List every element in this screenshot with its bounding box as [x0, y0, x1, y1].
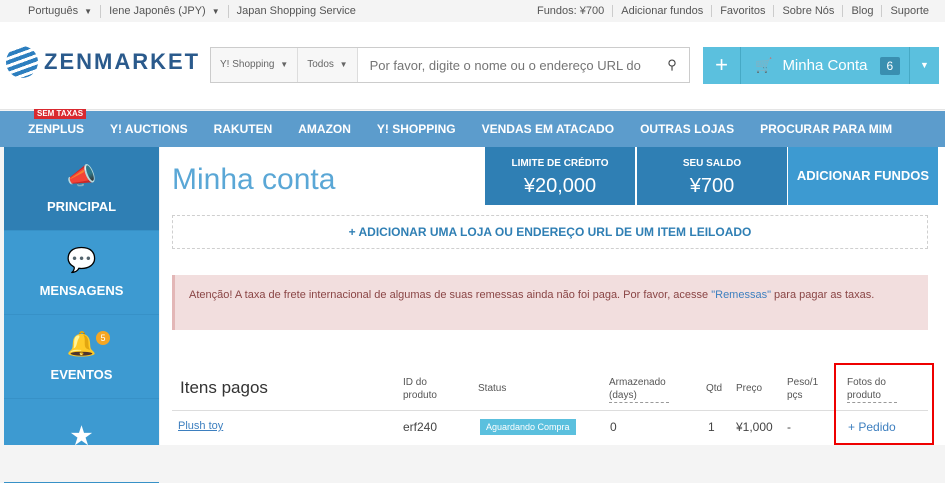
search-icon: ⚲: [667, 57, 677, 72]
cart-icon: 🛒: [755, 57, 773, 73]
chat-icon: 💬: [66, 247, 97, 274]
credit-limit-value: ¥20,000: [523, 175, 597, 197]
sidebar: 📣 PRINCIPAL 💬 MENSAGENS 🔔 5 EVENTOS ★: [4, 147, 159, 483]
add-funds-button[interactable]: ADICIONAR FUNDOS: [788, 147, 938, 205]
col-header-qty: Qtd: [706, 383, 723, 394]
header: ZENMARKET Y! Shopping ▼ Todos ▼ ⚲ + 🛒 Mi…: [0, 22, 945, 110]
col-header-status: Status: [478, 383, 507, 394]
credit-limit-panel: LIMITE DE CRÉDITO ¥20,000: [485, 147, 635, 205]
account-count-badge: 6: [879, 56, 901, 75]
nav-wholesale[interactable]: VENDAS EM ATACADO: [469, 111, 627, 147]
item-name-link[interactable]: Plush toy: [178, 420, 223, 432]
item-stored-days: 0: [610, 420, 617, 434]
account-dropdown-button[interactable]: ▼: [909, 47, 939, 84]
status-badge: Aguardando Compra: [480, 419, 576, 435]
bell-icon: 🔔: [66, 331, 97, 358]
nav-yahoo-auctions[interactable]: Y! AUCTIONS: [97, 111, 201, 147]
item-id: erf240: [403, 420, 438, 434]
search-bar: Y! Shopping ▼ Todos ▼ ⚲: [210, 47, 690, 83]
nav-rakuten[interactable]: RAKUTEN: [201, 111, 286, 147]
events-count-badge: 5: [96, 331, 110, 345]
add-button[interactable]: +: [703, 47, 741, 84]
logo[interactable]: ZENMARKET: [6, 46, 200, 78]
my-account-button[interactable]: 🛒 Minha Conta 6: [741, 47, 909, 84]
megaphone-icon: 📣: [66, 163, 97, 190]
item-qty: 1: [708, 420, 715, 434]
zenmarket-logo-icon: [6, 46, 38, 78]
item-price: ¥1,000: [736, 420, 773, 434]
search-source-select[interactable]: Y! Shopping ▼: [211, 48, 299, 82]
add-funds-link[interactable]: Adicionar fundos: [613, 5, 713, 17]
language-selector[interactable]: Português ▼: [20, 5, 102, 18]
nav-yahoo-shopping[interactable]: Y! SHOPPING: [364, 111, 469, 147]
sidebar-item-principal[interactable]: 📣 PRINCIPAL: [4, 147, 159, 231]
no-fees-tag: SEM TAXAS: [34, 109, 87, 119]
caret-down-icon: ▼: [920, 60, 929, 70]
top-utility-bar: Português ▼ Iene Japonês (JPY) ▼ Japan Sho…: [0, 0, 945, 22]
shipments-link[interactable]: "Remessas": [711, 289, 771, 301]
account-controls: + 🛒 Minha Conta 6 ▼: [703, 47, 939, 84]
balance-value: ¥700: [689, 175, 735, 197]
search-button[interactable]: ⚲: [655, 48, 689, 82]
sidebar-item-eventos[interactable]: 🔔 5 EVENTOS: [4, 315, 159, 399]
chevron-down-icon: ▼: [84, 7, 93, 16]
item-weight: -: [787, 420, 791, 434]
favorites-link[interactable]: Favoritos: [712, 5, 775, 17]
funds-link[interactable]: Fundos: ¥700: [529, 5, 614, 17]
col-header-id: ID do produto: [403, 377, 437, 401]
chevron-down-icon: ▼: [339, 60, 348, 69]
section-title: Itens pagos: [180, 378, 268, 397]
page-title: Minha conta: [172, 163, 336, 196]
nav-zenplus[interactable]: SEM TAXAS ZENPLUS: [0, 109, 97, 147]
shipping-fee-alert: Atenção! A taxa de frete internacional d…: [172, 275, 928, 330]
main-content: Minha conta LIMITE DE CRÉDITO ¥20,000 SE…: [160, 147, 945, 445]
support-link[interactable]: Suporte: [882, 5, 937, 17]
add-item-button[interactable]: + ADICIONAR UMA LOJA OU ENDEREÇO URL DE …: [172, 215, 928, 249]
chevron-down-icon: ▼: [211, 7, 220, 16]
main-nav: SEM TAXAS ZENPLUS Y! AUCTIONS RAKUTEN AMA…: [0, 109, 945, 147]
balance-panel: SEU SALDO ¥700: [637, 147, 787, 205]
nav-other-stores[interactable]: OUTRAS LOJAS: [627, 111, 747, 147]
search-input[interactable]: [357, 48, 655, 82]
highlight-box: [834, 363, 934, 445]
chevron-down-icon: ▼: [280, 60, 289, 69]
about-link[interactable]: Sobre Nós: [774, 5, 844, 17]
col-header-weight: Peso/1 pçs: [787, 377, 819, 401]
nav-search-for-me[interactable]: PROCURAR PARA MIM: [747, 111, 905, 147]
col-header-price: Preço: [736, 383, 763, 394]
currency-selector[interactable]: Iene Japonês (JPY) ▼: [101, 5, 229, 18]
nav-amazon[interactable]: AMAZON: [285, 111, 364, 147]
sidebar-item-mensagens[interactable]: 💬 MENSAGENS: [4, 231, 159, 315]
sidebar-item-favorites[interactable]: ★: [4, 399, 159, 483]
blog-link[interactable]: Blog: [843, 5, 883, 17]
col-header-stored[interactable]: Armazenado (days): [609, 376, 669, 403]
divider: [172, 410, 928, 411]
star-icon: ★: [70, 422, 93, 450]
service-label: Japan Shopping Service: [236, 5, 356, 17]
search-category-select[interactable]: Todos ▼: [298, 48, 358, 82]
